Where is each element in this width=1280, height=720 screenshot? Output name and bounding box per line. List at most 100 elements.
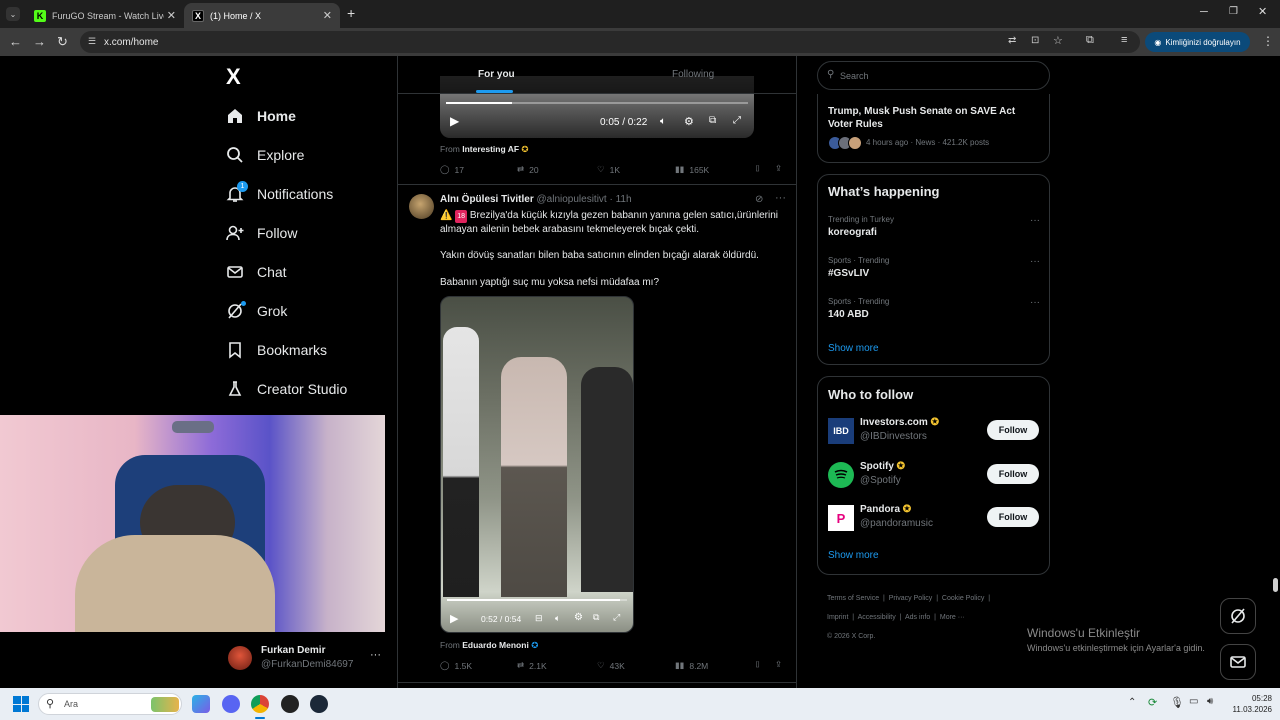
x-logo[interactable]: X <box>226 64 241 90</box>
new-tab-button[interactable]: + <box>347 5 355 21</box>
grok-float-button[interactable] <box>1220 598 1256 634</box>
sidebar-item-notifications[interactable]: 1 Notifications <box>226 179 333 209</box>
chevron-up-icon[interactable]: ⌃ <box>1128 697 1136 708</box>
pip-icon[interactable]: ⧉ <box>593 612 599 623</box>
footer-link-ads[interactable]: Ads info <box>905 614 930 621</box>
sidebar-item-follow[interactable]: Follow <box>226 218 297 248</box>
more-icon[interactable]: ··· <box>775 192 786 204</box>
microphone-icon[interactable]: 🎙︎ <box>1170 696 1184 709</box>
extensions-icon[interactable]: ⧉ <box>1086 34 1094 47</box>
star-icon[interactable]: ☆ <box>1053 34 1063 47</box>
more-icon[interactable]: ··· <box>1030 256 1040 267</box>
tab-for-you[interactable]: For you <box>478 69 515 80</box>
volume-icon[interactable]: 🔈︎ <box>660 116 666 127</box>
back-icon[interactable]: ← <box>9 34 22 49</box>
news-card[interactable]: Trump, Musk Push Senate on SAVE Act Vote… <box>817 94 1050 163</box>
tab-x-home[interactable]: X (1) Home / X ✕ <box>184 3 340 28</box>
tab-list-button[interactable]: ⌄ <box>6 7 20 21</box>
settings-icon[interactable]: ⚙ <box>684 115 694 128</box>
footer-link-privacy[interactable]: Privacy Policy <box>889 595 933 602</box>
views-button[interactable]: ▮▮ 8.2M <box>675 660 708 671</box>
more-icon[interactable]: ··· <box>1030 297 1040 308</box>
share-button[interactable]: ⇪ <box>775 659 782 670</box>
close-icon[interactable]: ✕ <box>323 9 332 22</box>
settings-icon[interactable]: ⚙ <box>574 612 583 623</box>
forward-icon[interactable]: → <box>33 34 46 49</box>
page-scrollbar[interactable] <box>1270 56 1280 688</box>
author-handle[interactable]: @alniopulesitivt <box>537 194 607 205</box>
like-button[interactable]: ♡ 43K <box>597 660 625 671</box>
share-button[interactable]: ⇪ <box>775 163 782 174</box>
video-progress[interactable] <box>446 102 748 104</box>
play-icon[interactable]: ▶ <box>450 114 459 128</box>
footer-link-more[interactable]: More ··· <box>940 614 965 621</box>
follow-suggestion[interactable]: P Pandora ✪ @pandoramusic <box>828 504 968 532</box>
reading-list-icon[interactable]: ≡ <box>1121 34 1127 46</box>
messages-float-button[interactable] <box>1220 644 1256 680</box>
search-box[interactable]: ⚲ Search <box>817 61 1050 90</box>
chrome-icon[interactable] <box>251 695 269 713</box>
more-icon[interactable]: ··· <box>1030 215 1040 226</box>
sidebar-item-home[interactable]: Home <box>226 101 296 131</box>
install-icon[interactable]: ⊡ <box>1031 35 1039 46</box>
clock[interactable]: 05:28 11.03.2026 <box>1226 693 1272 715</box>
copilot-icon[interactable] <box>192 695 210 713</box>
footer-link-imprint[interactable]: Imprint <box>827 614 848 621</box>
steam-icon[interactable] <box>310 695 328 713</box>
maximize-icon[interactable]: ❐ <box>1229 6 1238 17</box>
grok-icon[interactable]: ⊘ <box>755 194 763 205</box>
source-name[interactable]: Interesting AF <box>462 144 519 154</box>
bookmark-button[interactable]: ⌷ <box>755 163 760 174</box>
trend-item[interactable]: Sports · Trending #GSvLIV ··· <box>828 256 1040 279</box>
follow-button[interactable]: Follow <box>987 420 1039 440</box>
follow-suggestion[interactable]: Spotify ✪ @Spotify <box>828 461 968 489</box>
captions-icon[interactable]: ⊟ <box>535 613 543 624</box>
start-icon[interactable] <box>13 696 29 712</box>
search-input[interactable]: Search <box>840 71 869 81</box>
sidebar-item-explore[interactable]: Explore <box>226 140 304 170</box>
repost-button[interactable]: ⇄ 2.1K <box>517 660 547 671</box>
sidebar-item-creator-studio[interactable]: Creator Studio <box>226 374 347 404</box>
news-title[interactable]: Trump, Musk Push Senate on SAVE Act Vote… <box>828 105 1038 131</box>
avatar[interactable] <box>409 194 434 219</box>
verify-identity-button[interactable]: ◉ Kimliğinizi doğrulayın <box>1145 32 1250 52</box>
follow-button[interactable]: Follow <box>987 464 1039 484</box>
show-more-link[interactable]: Show more <box>828 343 879 354</box>
sidebar-item-grok[interactable]: Grok <box>226 296 287 326</box>
bookmark-button[interactable]: ⌷ <box>755 659 760 670</box>
tweet-time[interactable]: · 11h <box>609 194 631 205</box>
minimize-icon[interactable]: ─ <box>1200 6 1208 18</box>
reply-button[interactable]: ◯ 17 <box>440 164 464 175</box>
reply-button[interactable]: ◯ 1.5K <box>440 660 472 671</box>
scrollbar-thumb[interactable] <box>1273 578 1278 592</box>
volume-icon[interactable]: 🔈︎ <box>555 613 560 624</box>
discord-icon[interactable] <box>222 695 240 713</box>
reload-icon[interactable]: ↻ <box>57 34 68 50</box>
play-icon[interactable]: ▶ <box>450 612 458 625</box>
fullscreen-icon[interactable]: ⤢ <box>733 115 741 126</box>
window-close-icon[interactable]: ✕ <box>1258 5 1267 18</box>
source-name[interactable]: Eduardo Menoni <box>462 640 529 650</box>
sidebar-item-chat[interactable]: Chat <box>226 257 287 287</box>
pip-icon[interactable]: ⧉ <box>709 115 716 126</box>
volume-icon[interactable]: 🔊︎ <box>1207 696 1213 707</box>
address-bar[interactable]: ☰ x.com/home ⇄ ⊡ ☆ <box>80 31 1140 53</box>
footer-link-cookie[interactable]: Cookie Policy <box>942 595 984 602</box>
network-icon[interactable]: ▭ <box>1189 696 1198 707</box>
tab-furugo[interactable]: K FuruGO Stream - Watch Live on ✕ <box>26 3 184 28</box>
sidebar-item-bookmarks[interactable]: Bookmarks <box>226 335 327 365</box>
author-name[interactable]: Alnı Öpülesi Tivitler <box>440 194 534 205</box>
trend-item[interactable]: Sports · Trending 140 ABD ··· <box>828 297 1040 320</box>
close-icon[interactable]: ✕ <box>167 9 176 22</box>
repost-button[interactable]: ⇄ 20 <box>517 164 539 175</box>
follow-button[interactable]: Follow <box>987 507 1039 527</box>
fullscreen-icon[interactable]: ⤢ <box>613 612 620 623</box>
translate-icon[interactable]: ⇄ <box>1008 35 1016 46</box>
app-icon[interactable] <box>281 695 299 713</box>
follow-suggestion[interactable]: IBD Investors.com ✪ @IBDinvestors <box>828 417 968 445</box>
tab-following[interactable]: Following <box>672 69 714 80</box>
account-switcher[interactable]: Furkan Demir @FurkanDemi84697 ··· <box>226 642 386 678</box>
video-progress[interactable] <box>447 599 627 601</box>
tweet-video[interactable]: ▶ 0:52 / 0:54 ⊟ 🔈︎ ⚙ ⧉ ⤢ <box>440 296 634 633</box>
views-button[interactable]: ▮▮ 165K <box>675 164 709 175</box>
